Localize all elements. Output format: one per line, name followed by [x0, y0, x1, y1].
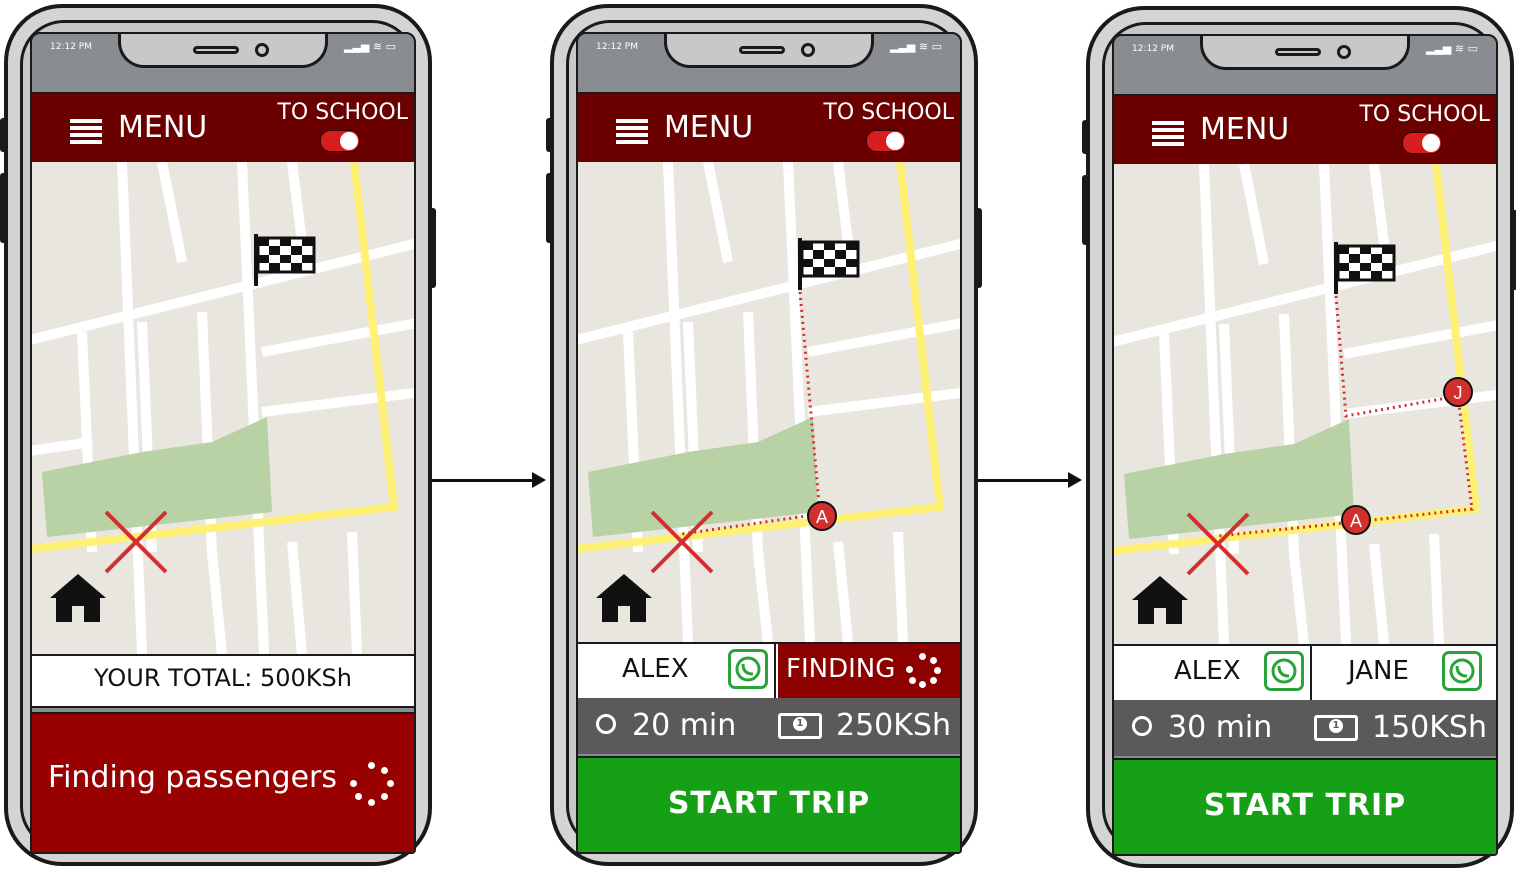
- side-button: [1082, 175, 1090, 245]
- passenger-card-jane[interactable]: JANE: [1314, 646, 1496, 700]
- phone-2: 12:12 PM ▂▃▅ ≋ ▭ MENU TO SCHOOL A ALEX F…: [546, 4, 982, 866]
- menu-button[interactable]: MENU: [1200, 112, 1289, 147]
- to-school-label: TO SCHOOL: [823, 100, 954, 125]
- notch: [664, 34, 874, 68]
- map-view[interactable]: J A: [1114, 164, 1496, 644]
- start-trip-button[interactable]: START TRIP: [1114, 758, 1496, 854]
- home-icon: [596, 574, 652, 622]
- passenger-row: ALEX FINDING: [578, 642, 960, 700]
- passenger-card-alex[interactable]: ALEX: [1114, 646, 1312, 700]
- money-icon: 1: [1314, 715, 1358, 741]
- home-icon: [50, 574, 106, 622]
- status-icons: ▂▃▅ ≋ ▭: [344, 40, 396, 53]
- menu-button[interactable]: MENU: [118, 110, 207, 145]
- marker-label: A: [816, 507, 828, 527]
- map-canvas: A: [578, 162, 960, 642]
- marker-label: J: [1454, 383, 1463, 403]
- finding-passengers-label: Finding passengers: [48, 760, 338, 795]
- map-canvas: [32, 162, 414, 654]
- power-button: [974, 208, 982, 288]
- start-trip-button[interactable]: START TRIP: [578, 756, 960, 852]
- to-school-toggle[interactable]: [866, 130, 906, 152]
- money-icon: 1: [778, 713, 822, 739]
- menu-button[interactable]: MENU: [664, 110, 753, 145]
- power-button: [1510, 210, 1516, 290]
- to-school-toggle[interactable]: [1402, 132, 1442, 154]
- menu-icon[interactable]: [616, 119, 648, 144]
- status-time: 12:12 PM: [50, 42, 92, 52]
- to-school-label: TO SCHOOL: [277, 100, 408, 125]
- screen: 12:12 PM ▂▃▅ ≋ ▭ MENU TO SCHOOL: [30, 32, 416, 854]
- side-button: [546, 173, 554, 243]
- map-view[interactable]: A: [578, 162, 960, 642]
- phone-1: 12:12 PM ▂▃▅ ≋ ▭ MENU TO SCHOOL YOUR TOT…: [0, 4, 436, 866]
- marker-label: A: [1350, 511, 1362, 531]
- finding-passenger-card: FINDING: [778, 644, 960, 698]
- clock-icon: [1132, 716, 1152, 736]
- trip-price: 250KSh: [836, 708, 951, 743]
- pickup-marker-a[interactable]: A: [1341, 505, 1371, 535]
- app-header: MENU TO SCHOOL: [32, 92, 414, 164]
- total-bar: YOUR TOTAL: 500KSh: [32, 654, 414, 708]
- trip-duration: 20 min: [632, 708, 737, 743]
- app-header: MENU TO SCHOOL: [1114, 94, 1496, 166]
- whatsapp-icon[interactable]: [1442, 651, 1482, 691]
- passenger-name: ALEX: [622, 654, 689, 684]
- trip-info-bar: 20 min 1 250KSh: [578, 698, 960, 754]
- passenger-name: ALEX: [1174, 656, 1241, 686]
- status-time: 12:12 PM: [1132, 44, 1174, 54]
- status-icons: ▂▃▅ ≋ ▭: [1426, 42, 1478, 55]
- finding-passengers-panel: Finding passengers: [32, 712, 414, 852]
- side-button: [0, 118, 8, 152]
- phone-3: 12:12 PM ▂▃▅ ≋ ▭ MENU TO SCHOOL J A ALEX…: [1082, 6, 1516, 868]
- finding-label: FINDING: [786, 654, 896, 684]
- app-header: MENU TO SCHOOL: [578, 92, 960, 164]
- menu-icon[interactable]: [1152, 121, 1184, 146]
- power-button: [428, 208, 436, 288]
- loading-spinner-icon: [906, 653, 941, 688]
- flow-arrow: [432, 472, 546, 488]
- passenger-card-alex[interactable]: ALEX: [578, 644, 776, 698]
- map-canvas: J A: [1114, 164, 1496, 644]
- home-icon: [1132, 576, 1188, 624]
- side-button: [546, 118, 554, 152]
- to-school-label: TO SCHOOL: [1359, 102, 1490, 127]
- trip-info-bar: 30 min 1 150KSh: [1114, 700, 1496, 756]
- trip-price: 150KSh: [1372, 710, 1487, 745]
- passenger-row: ALEX JANE: [1114, 644, 1496, 702]
- total-amount: YOUR TOTAL: 500KSh: [94, 664, 352, 692]
- status-time: 12:12 PM: [596, 42, 638, 52]
- side-button: [1082, 120, 1090, 154]
- side-button: [0, 173, 8, 243]
- status-icons: ▂▃▅ ≋ ▭: [890, 40, 942, 53]
- clock-icon: [596, 714, 616, 734]
- whatsapp-icon[interactable]: [728, 649, 768, 689]
- notch: [118, 34, 328, 68]
- loading-spinner-icon: [350, 762, 394, 806]
- screen: 12:12 PM ▂▃▅ ≋ ▭ MENU TO SCHOOL: [1112, 34, 1498, 856]
- pickup-marker-j[interactable]: J: [1443, 377, 1473, 407]
- flow-arrow: [978, 472, 1082, 488]
- notch: [1200, 36, 1410, 70]
- menu-icon[interactable]: [70, 119, 102, 144]
- pickup-marker-a[interactable]: A: [807, 501, 837, 531]
- passenger-name: JANE: [1348, 656, 1409, 686]
- to-school-toggle[interactable]: [320, 130, 360, 152]
- trip-duration: 30 min: [1168, 710, 1273, 745]
- start-trip-label: START TRIP: [667, 786, 871, 821]
- screen: 12:12 PM ▂▃▅ ≋ ▭ MENU TO SCHOOL: [576, 32, 962, 854]
- map-view[interactable]: [32, 162, 414, 654]
- whatsapp-icon[interactable]: [1264, 651, 1304, 691]
- start-trip-label: START TRIP: [1203, 788, 1407, 823]
